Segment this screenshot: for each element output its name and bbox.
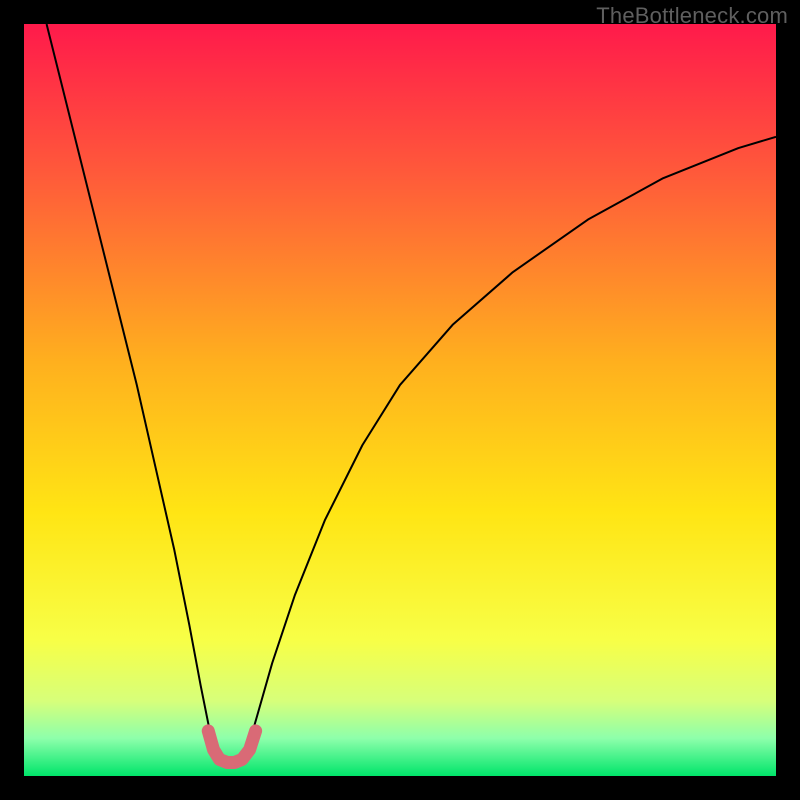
chart-plot <box>24 24 776 776</box>
chart-background <box>24 24 776 776</box>
chart-frame <box>24 24 776 776</box>
watermark-text: TheBottleneck.com <box>596 3 788 29</box>
